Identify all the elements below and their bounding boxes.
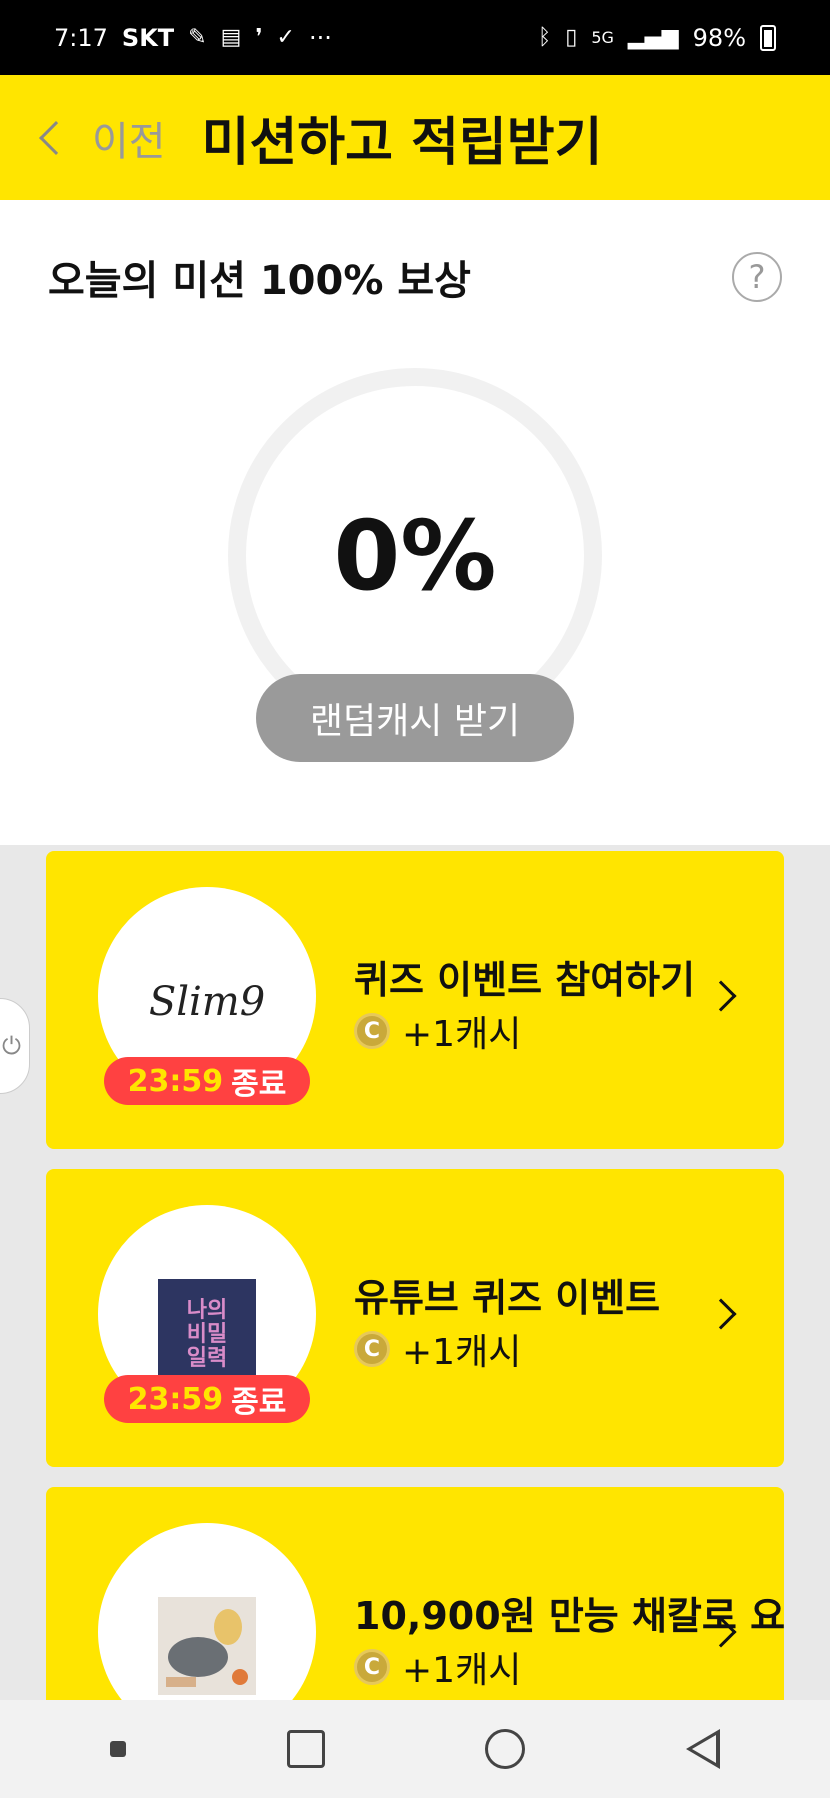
deadline-label: 종료 xyxy=(231,1385,287,1420)
svg-text:비밀: 비밀 xyxy=(187,1322,227,1347)
side-power-tab[interactable]: ⏻ xyxy=(0,998,30,1094)
diary-cover-image: 나의 비밀 일력 xyxy=(158,1279,256,1377)
signal-icon: ▂▄▆ xyxy=(627,24,679,50)
status-time: 7:17 xyxy=(54,23,108,52)
reward-amount: +1캐시 xyxy=(402,1650,522,1691)
progress-percent: 0% xyxy=(333,500,497,612)
vibrate-icon: ▯ xyxy=(565,24,578,50)
status-bar: 7:17 SKT ✎ ▤ ❜ ✓ ··· ᛒ ▯ 5G ▂▄▆ 98% xyxy=(0,0,830,75)
battery-percent: 98% xyxy=(692,23,746,52)
reward-amount: +1캐시 xyxy=(402,1332,522,1373)
reward: C +1캐시 xyxy=(354,1323,521,1375)
card-icon: ▤ xyxy=(220,24,242,50)
reward: C +1캐시 xyxy=(354,1005,521,1057)
home-icon[interactable] xyxy=(485,1729,526,1769)
power-icon: ⏻ xyxy=(2,1032,21,1060)
back-triangle-icon[interactable] xyxy=(685,1729,720,1769)
mission-list: Slim9 23:59 종료 퀴즈 이벤트 참여하기 C +1캐시 나의 비밀 … xyxy=(0,845,830,1700)
random-cash-button[interactable]: 랜덤캐시 받기 xyxy=(256,674,574,762)
pill-icon: ✎ xyxy=(188,24,207,50)
slicer-product-image xyxy=(158,1597,256,1695)
reward: C +1캐시 xyxy=(354,1641,521,1693)
coin-icon: C xyxy=(354,1013,390,1049)
app-header: 이전 미션하고 적립받기 xyxy=(0,75,830,200)
deadline-badge: 23:59 종료 xyxy=(104,1375,310,1423)
status-carrier: SKT xyxy=(121,23,175,52)
deadline-time: 23:59 xyxy=(127,1381,224,1417)
bluetooth-icon: ᛒ xyxy=(538,24,552,50)
deadline-label: 종료 xyxy=(231,1067,287,1102)
reward-amount: +1캐시 xyxy=(402,1014,522,1055)
slim9-logo: Slim9 xyxy=(148,979,266,1025)
quote-icon: ❜ xyxy=(255,24,263,50)
mission-item[interactable]: Slim9 23:59 종료 퀴즈 이벤트 참여하기 C +1캐시 xyxy=(46,851,784,1149)
network-type: 5G xyxy=(591,28,614,47)
coin-icon: C xyxy=(354,1649,390,1685)
question-icon: ? xyxy=(748,258,766,296)
chevron-left-icon xyxy=(39,120,73,155)
mission-progress-card: 오늘의 미션 100% 보상 ? 0% 랜덤캐시 받기 xyxy=(0,200,830,845)
coin-icon: C xyxy=(354,1331,390,1367)
notification-dot-icon[interactable] xyxy=(110,1741,127,1757)
back-label: 이전 xyxy=(92,118,166,165)
deadline-time: 23:59 xyxy=(127,1063,224,1099)
deadline-badge: 23:59 종료 xyxy=(104,1057,310,1105)
recents-icon[interactable] xyxy=(286,1730,325,1768)
svg-text:나의: 나의 xyxy=(187,1298,227,1323)
back-button[interactable]: 이전 xyxy=(39,109,166,167)
more-notifications: ··· xyxy=(308,23,332,52)
mission-thumbnail xyxy=(98,1523,316,1700)
mission-title: 오늘의 미션 100% 보상 xyxy=(48,258,471,304)
svg-text:일력: 일력 xyxy=(187,1346,227,1371)
mission-item[interactable]: 나의 비밀 일력 23:59 종료 유튜브 퀴즈 이벤트 C +1캐시 xyxy=(46,1169,784,1467)
battery-icon xyxy=(760,24,776,51)
help-button[interactable]: ? xyxy=(732,252,782,302)
system-nav-bar xyxy=(0,1700,830,1798)
page-title: 미션하고 적립받기 xyxy=(201,113,603,173)
mission-item[interactable]: 10,900원 만능 채칼로 요리 C +1캐시 xyxy=(46,1487,784,1700)
check-icon: ✓ xyxy=(276,24,295,50)
